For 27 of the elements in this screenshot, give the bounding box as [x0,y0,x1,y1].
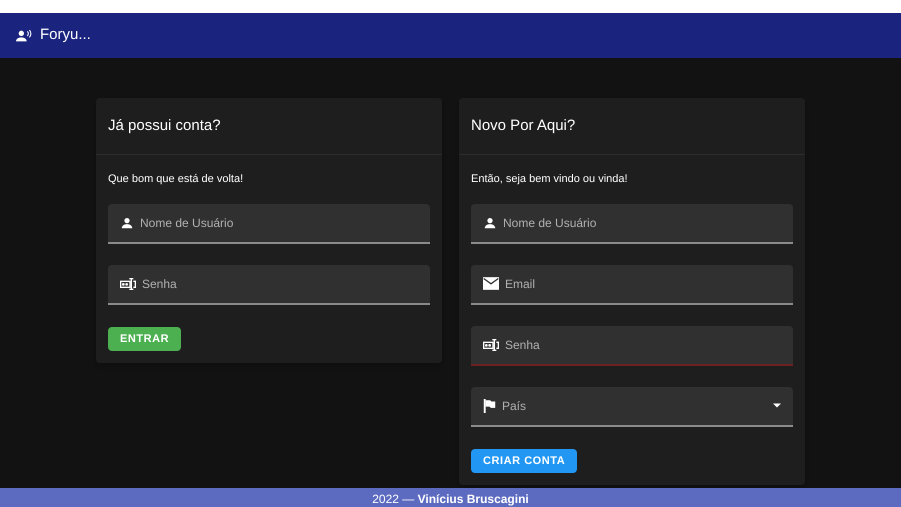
password-icon [483,338,499,352]
app-title: Foryu... [40,25,91,46]
person-icon [483,216,497,230]
input-field[interactable]: Email [471,264,793,304]
password-icon [120,276,136,290]
envelope-icon [483,277,499,290]
dropdown-caret-icon [773,403,781,408]
input-field[interactable]: Senha [108,264,430,304]
footer-text: 2022 — Vinícius Bruscagini [372,492,529,506]
placeholder-text: Email [505,276,536,292]
card-subtitle: Que bom que está de volta! [108,172,244,187]
submit-button[interactable]: CRIAR CONTA [471,448,578,473]
input-field[interactable]: Nome de Usuário [108,204,430,244]
placeholder-text: Senha [142,276,178,292]
voice-person-icon [16,30,32,42]
flag-icon [483,398,496,412]
country-select[interactable]: País [471,386,793,426]
placeholder-text: Nome de Usuário [503,214,598,232]
card-title: Já possui conta? [108,116,221,136]
placeholder-text: Senha [505,336,541,354]
placeholder-text: Nome de Usuário [140,214,234,232]
person-icon [120,216,134,230]
input-field[interactable]: Nome de Usuário [471,204,793,244]
input-field[interactable]: Senha [471,326,793,366]
card-subtitle: Então, seja bem vindo ou vinda! [471,172,629,187]
card-title: Novo Por Aqui? [471,116,576,136]
select-placeholder: País [502,398,528,414]
